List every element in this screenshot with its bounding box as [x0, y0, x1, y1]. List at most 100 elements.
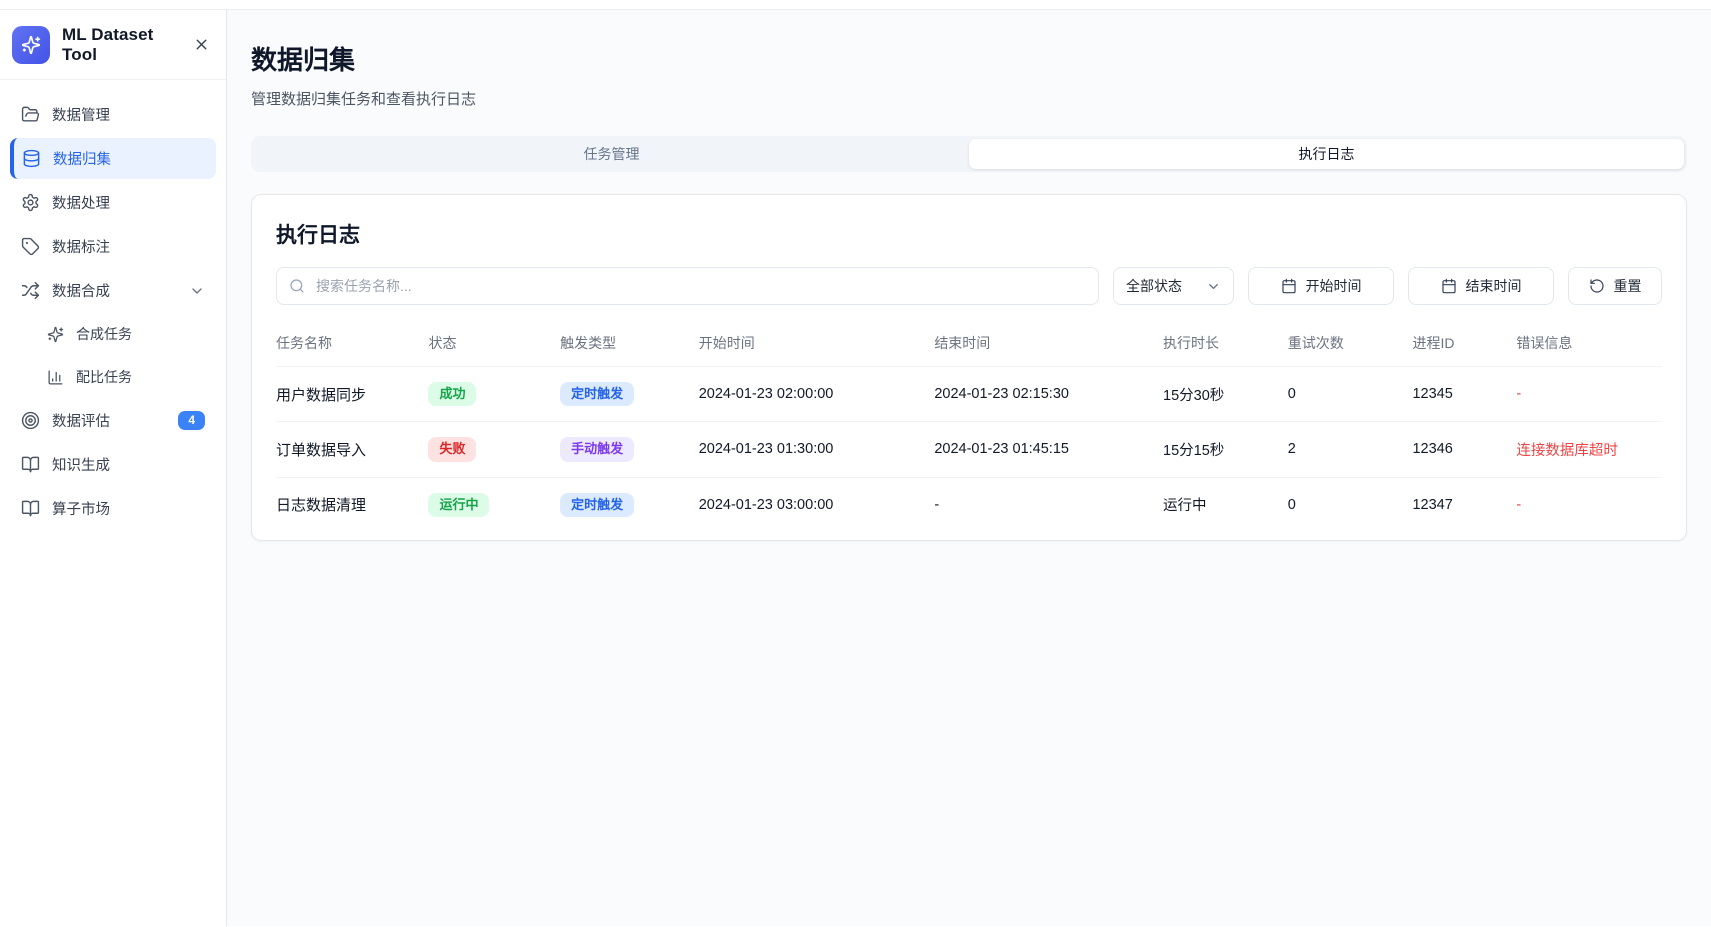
- column-header: 重试次数: [1288, 325, 1413, 367]
- chevron-down-icon: [1206, 279, 1221, 294]
- column-header: 触发类型: [560, 325, 699, 367]
- sidebar-item-label: 合成任务: [76, 324, 132, 344]
- status-badge: 运行中: [428, 493, 489, 517]
- trigger-type-badge: 定时触发: [560, 382, 634, 406]
- gear-icon: [21, 193, 40, 212]
- target-icon: [21, 411, 40, 430]
- window-top-edge: [0, 0, 1711, 10]
- sidebar-item-label: 数据管理: [52, 104, 110, 125]
- search-input[interactable]: [314, 277, 1086, 295]
- sparkles-icon: [21, 35, 41, 55]
- chevron-wrap: [1206, 279, 1221, 294]
- calendar-icon: [1281, 278, 1297, 294]
- sidebar-item-data-labeling[interactable]: 数据标注: [10, 226, 216, 267]
- cell-process-id: 12347: [1412, 477, 1516, 532]
- cell-start-time: 2024-01-23 03:00:00: [699, 477, 935, 532]
- sidebar-item-label: 数据处理: [52, 192, 110, 213]
- sidebar-close-button[interactable]: [191, 34, 212, 55]
- sidebar-item-data-processing[interactable]: 数据处理: [10, 182, 216, 223]
- page-title: 数据归集: [251, 40, 1687, 77]
- calendar-icon: [1441, 278, 1457, 294]
- sidebar-item-data-synthesis[interactable]: 数据合成: [10, 270, 216, 311]
- status-filter-select[interactable]: 全部状态: [1113, 267, 1234, 305]
- reset-icon-wrap: [1589, 278, 1605, 294]
- sparkles-icon: [47, 326, 64, 343]
- tab-execution-log[interactable]: 执行日志: [969, 139, 1684, 169]
- log-table: 任务名称状态触发类型开始时间结束时间执行时长重试次数进程ID错误信息 用户数据同…: [276, 325, 1662, 532]
- end-time-label: 结束时间: [1466, 276, 1522, 296]
- search-icon: [289, 278, 305, 294]
- status-badge: 失败: [428, 437, 476, 461]
- trigger-type-badge: 手动触发: [560, 437, 634, 461]
- sidebar-item-data-management[interactable]: 数据管理: [10, 94, 216, 135]
- tab-label: 任务管理: [584, 144, 640, 164]
- cell-task-name: 用户数据同步: [276, 367, 428, 422]
- end-time-button[interactable]: 结束时间: [1408, 267, 1554, 305]
- sidebar-item-ratio-task[interactable]: 配比任务: [36, 357, 216, 397]
- panel-title: 执行日志: [276, 219, 1662, 249]
- start-time-button[interactable]: 开始时间: [1248, 267, 1394, 305]
- chevron-down-icon: [189, 283, 205, 299]
- column-header: 执行时长: [1163, 325, 1288, 367]
- cell-trigger-type: 手动触发: [560, 422, 699, 477]
- book-icon: [21, 455, 40, 474]
- cell-end-time: 2024-01-23 02:15:30: [934, 367, 1163, 422]
- column-header: 任务名称: [276, 325, 428, 367]
- cell-task-name: 订单数据导入: [276, 422, 428, 477]
- search-box: [276, 267, 1099, 305]
- sidebar-item-label: 数据标注: [52, 236, 110, 257]
- column-header: 进程ID: [1412, 325, 1516, 367]
- cell-trigger-type: 定时触发: [560, 367, 699, 422]
- cell-retry-count: 0: [1288, 367, 1413, 422]
- table-header-row: 任务名称状态触发类型开始时间结束时间执行时长重试次数进程ID错误信息: [276, 325, 1662, 367]
- page-subtitle: 管理数据归集任务和查看执行日志: [251, 88, 1687, 109]
- sidebar-item-label: 数据归集: [53, 148, 111, 169]
- cell-duration: 运行中: [1163, 477, 1288, 532]
- folder-icon: [21, 105, 40, 124]
- search-icon-wrap: [289, 278, 305, 294]
- sidebar-header: ML Dataset Tool: [0, 10, 226, 80]
- reset-button[interactable]: 重置: [1568, 267, 1662, 305]
- filter-row: 全部状态 开始时间 结束时间 重置: [276, 267, 1662, 305]
- count-badge: 4: [178, 411, 205, 430]
- sidebar-item-label: 配比任务: [76, 367, 132, 387]
- cell-process-id: 12346: [1412, 422, 1516, 477]
- sidebar-item-label: 数据合成: [52, 280, 110, 301]
- sidebar-item-data-evaluation[interactable]: 数据评估 4: [10, 400, 216, 441]
- app-root: ML Dataset Tool 数据管理数据归集数据处理数据标注数据合成合成任务…: [0, 10, 1711, 926]
- calendar-icon-wrap: [1281, 278, 1297, 294]
- sidebar-nav: 数据管理数据归集数据处理数据标注数据合成合成任务配比任务数据评估 4 知识生成算子市…: [0, 80, 226, 546]
- column-header: 错误信息: [1516, 325, 1662, 367]
- bar-chart-icon: [47, 369, 64, 386]
- sidebar-item-data-collection[interactable]: 数据归集: [10, 138, 216, 179]
- cell-duration: 15分15秒: [1163, 422, 1288, 477]
- rotate-ccw-icon: [1589, 278, 1605, 294]
- tab-label: 执行日志: [1299, 144, 1355, 164]
- sidebar-item-operator-market[interactable]: 算子市场: [10, 488, 216, 529]
- calendar-icon-wrap: [1441, 278, 1457, 294]
- cell-error-message: -: [1516, 367, 1662, 422]
- table-row: 订单数据导入失败手动触发2024-01-23 01:30:002024-01-2…: [276, 422, 1662, 477]
- cell-end-time: -: [934, 477, 1163, 532]
- status-badge: 成功: [428, 382, 476, 406]
- book-icon: [21, 499, 40, 518]
- cell-error-message: -: [1516, 477, 1662, 532]
- trigger-type-badge: 定时触发: [560, 493, 634, 517]
- start-time-label: 开始时间: [1306, 276, 1362, 296]
- sidebar-item-label: 数据评估: [52, 410, 110, 431]
- column-header: 开始时间: [699, 325, 935, 367]
- sidebar-item-synthesis-task[interactable]: 合成任务: [36, 314, 216, 354]
- cell-status: 失败: [428, 422, 560, 477]
- main-content: 数据归集 管理数据归集任务和查看执行日志 任务管理执行日志 执行日志 全部状态 …: [227, 10, 1711, 926]
- sidebar-item-label: 算子市场: [52, 498, 110, 519]
- cell-status: 成功: [428, 367, 560, 422]
- sidebar-item-knowledge-generation[interactable]: 知识生成: [10, 444, 216, 485]
- sidebar: ML Dataset Tool 数据管理数据归集数据处理数据标注数据合成合成任务…: [0, 10, 227, 926]
- cell-retry-count: 0: [1288, 477, 1413, 532]
- cell-trigger-type: 定时触发: [560, 477, 699, 532]
- tab-task-management[interactable]: 任务管理: [254, 139, 969, 169]
- tab-bar: 任务管理 执行日志: [251, 136, 1687, 172]
- cell-start-time: 2024-01-23 01:30:00: [699, 422, 935, 477]
- cell-start-time: 2024-01-23 02:00:00: [699, 367, 935, 422]
- app-title: ML Dataset Tool: [62, 25, 179, 65]
